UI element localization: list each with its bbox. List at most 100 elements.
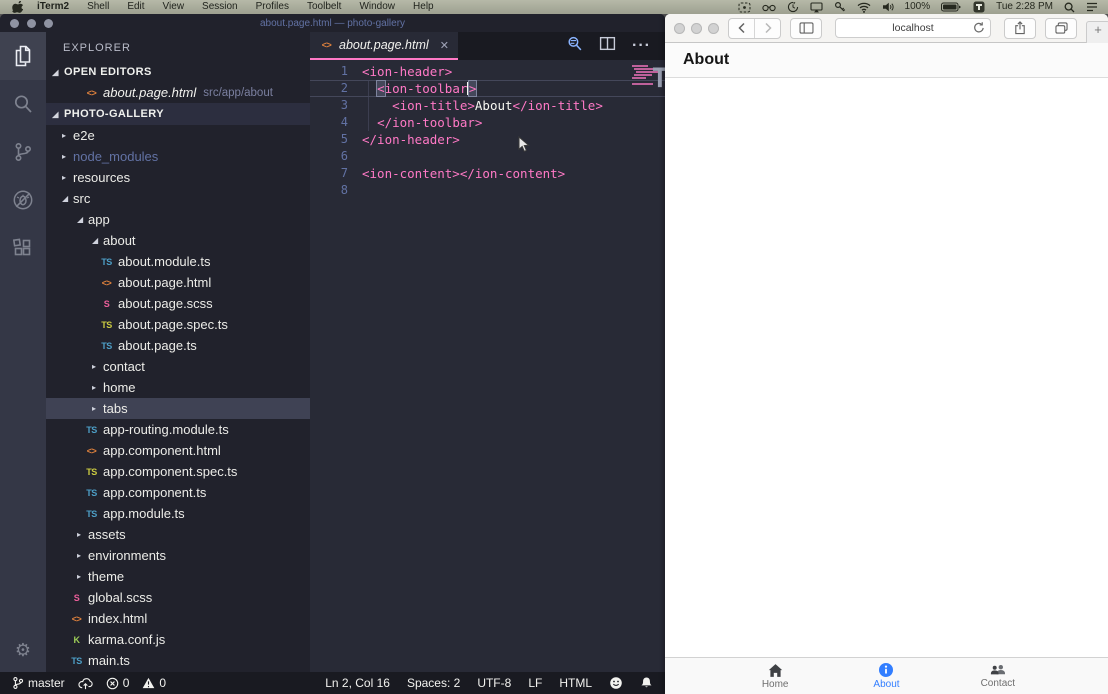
tree-file-about-module-ts[interactable]: TSabout.module.ts: [46, 251, 310, 272]
eol-indicator[interactable]: LF: [528, 676, 542, 690]
menu-item-profiles[interactable]: Profiles: [247, 0, 298, 14]
tab-overview-button[interactable]: [1045, 18, 1077, 39]
apple-menu-icon[interactable]: [10, 1, 24, 13]
code-line-2[interactable]: 2 <ion-toolbar>: [310, 80, 665, 97]
tree-file-karma-conf-js[interactable]: Kkarma.conf.js: [46, 629, 310, 650]
project-section-header[interactable]: ◢ PHOTO-GALLERY: [46, 103, 310, 125]
time-machine-icon[interactable]: [787, 1, 799, 13]
indentation-indicator[interactable]: Spaces: 2: [407, 676, 460, 690]
zoom-window-button[interactable]: [44, 19, 53, 28]
close-tab-icon[interactable]: ✕: [434, 39, 449, 52]
tree-file-app-routing-module-ts[interactable]: TSapp-routing.module.ts: [46, 419, 310, 440]
tree-file-app-module-ts[interactable]: TSapp.module.ts: [46, 503, 310, 524]
volume-icon[interactable]: [882, 2, 894, 12]
debug-disabled-icon[interactable]: [0, 176, 46, 224]
menu-item-help[interactable]: Help: [404, 0, 443, 14]
source-control-icon[interactable]: [0, 128, 46, 176]
close-window-button[interactable]: [674, 23, 685, 34]
menu-item-view[interactable]: View: [154, 0, 194, 14]
feedback-smiley-icon[interactable]: [609, 676, 623, 690]
tree-folder-environments[interactable]: ▸environments: [46, 545, 310, 566]
sidebar-toggle-button[interactable]: [790, 18, 822, 39]
menu-item-toolbelt[interactable]: Toolbelt: [298, 0, 350, 14]
screen-recording-icon[interactable]: [738, 2, 751, 13]
encoding-indicator[interactable]: UTF-8: [477, 676, 511, 690]
tree-folder-resources[interactable]: ▸resources: [46, 167, 310, 188]
code-line-7[interactable]: 7<ion-content></ion-content>: [310, 165, 665, 182]
code-line-1[interactable]: 1<ion-header>: [310, 63, 665, 80]
explorer-icon[interactable]: [0, 32, 46, 80]
code-line-3[interactable]: 3 <ion-title>About</ion-title>: [310, 97, 665, 114]
minimize-window-button[interactable]: [691, 23, 702, 34]
tree-file-app-component-html[interactable]: <>app.component.html: [46, 440, 310, 461]
minimize-window-button[interactable]: [27, 19, 36, 28]
menu-item-edit[interactable]: Edit: [118, 0, 153, 14]
split-editor-icon[interactable]: [599, 35, 616, 57]
battery-percentage[interactable]: 100%: [905, 0, 931, 14]
tree-folder-theme[interactable]: ▸theme: [46, 566, 310, 587]
tree-folder-app[interactable]: ◢app: [46, 209, 310, 230]
search-icon[interactable]: [0, 80, 46, 128]
new-tab-button[interactable]: +: [1086, 21, 1108, 46]
wifi-icon[interactable]: [857, 2, 871, 13]
menu-item-shell[interactable]: Shell: [78, 0, 118, 14]
tree-file-about-page-html[interactable]: <>about.page.html: [46, 272, 310, 293]
tab-about-page-html[interactable]: <> about.page.html ✕: [310, 32, 458, 60]
tree-folder-home[interactable]: ▸home: [46, 377, 310, 398]
tree-folder-node-modules[interactable]: ▸node_modules: [46, 146, 310, 167]
menu-clock[interactable]: Tue 2:28 PM: [996, 0, 1053, 14]
airplay-display-icon[interactable]: [810, 2, 823, 13]
settings-gear-icon[interactable]: ⚙: [0, 628, 46, 672]
tree-folder-about[interactable]: ◢about: [46, 230, 310, 251]
spotlight-icon[interactable]: [1064, 2, 1075, 13]
notification-center-icon[interactable]: [1086, 2, 1098, 12]
code-line-5[interactable]: 5</ion-header>: [310, 131, 665, 148]
reload-icon[interactable]: [973, 21, 985, 39]
tree-file-app-component-spec-ts[interactable]: TSapp.component.spec.ts: [46, 461, 310, 482]
open-editor-item[interactable]: <>about.page.htmlsrc/app/about: [46, 82, 310, 103]
tree-file-index-html[interactable]: <>index.html: [46, 608, 310, 629]
code-line-4[interactable]: 4 </ion-toolbar>: [310, 114, 665, 131]
code-editor[interactable]: 1<ion-header>2 <ion-toolbar>3 <ion-title…: [310, 60, 665, 672]
zoom-window-button[interactable]: [708, 23, 719, 34]
key-icon[interactable]: [834, 1, 846, 13]
tree-folder-tabs[interactable]: ▸tabs: [46, 398, 310, 419]
tree-folder-e2e[interactable]: ▸e2e: [46, 125, 310, 146]
battery-icon[interactable]: [941, 2, 962, 12]
find-in-file-icon[interactable]: [566, 35, 583, 57]
notifications-bell-icon[interactable]: [640, 676, 653, 690]
input-source-icon[interactable]: [973, 1, 985, 13]
forward-button[interactable]: [754, 19, 780, 38]
more-actions-icon[interactable]: ···: [632, 37, 651, 55]
tree-file-about-page-spec-ts[interactable]: TSabout.page.spec.ts: [46, 314, 310, 335]
language-mode-indicator[interactable]: HTML: [559, 676, 592, 690]
address-bar[interactable]: localhost: [835, 18, 991, 38]
tree-file-global-scss[interactable]: Sglobal.scss: [46, 587, 310, 608]
sync-publish-icon[interactable]: [78, 677, 93, 690]
open-editors-header[interactable]: ◢ OPEN EDITORS: [46, 62, 310, 82]
tree-file-about-page-scss[interactable]: Sabout.page.scss: [46, 293, 310, 314]
menu-item-iterm2[interactable]: iTerm2: [28, 0, 78, 14]
tree-folder-contact[interactable]: ▸contact: [46, 356, 310, 377]
tree-folder-src[interactable]: ◢src: [46, 188, 310, 209]
glasses-icon[interactable]: [762, 3, 776, 12]
extensions-icon[interactable]: [0, 224, 46, 272]
git-branch-indicator[interactable]: master: [12, 676, 65, 690]
menu-item-session[interactable]: Session: [193, 0, 247, 14]
tree-file-main-ts[interactable]: TSmain.ts: [46, 650, 310, 671]
code-line-8[interactable]: 8: [310, 182, 665, 199]
code-line-6[interactable]: 6: [310, 148, 665, 165]
ionic-tab-home[interactable]: Home: [720, 658, 831, 694]
errors-indicator[interactable]: 0: [106, 676, 130, 690]
vscode-title-bar[interactable]: about.page.html — photo-gallery: [0, 14, 665, 32]
tree-folder-assets[interactable]: ▸assets: [46, 524, 310, 545]
menu-item-window[interactable]: Window: [350, 0, 404, 14]
cursor-position-indicator[interactable]: Ln 2, Col 16: [325, 676, 390, 690]
share-button[interactable]: [1004, 18, 1036, 39]
tree-file-app-component-ts[interactable]: TSapp.component.ts: [46, 482, 310, 503]
back-button[interactable]: [729, 19, 754, 38]
ionic-tab-about[interactable]: About: [831, 658, 942, 694]
warnings-indicator[interactable]: 0: [142, 676, 166, 690]
ionic-tab-contact[interactable]: Contact: [942, 658, 1053, 694]
tree-file-about-page-ts[interactable]: TSabout.page.ts: [46, 335, 310, 356]
